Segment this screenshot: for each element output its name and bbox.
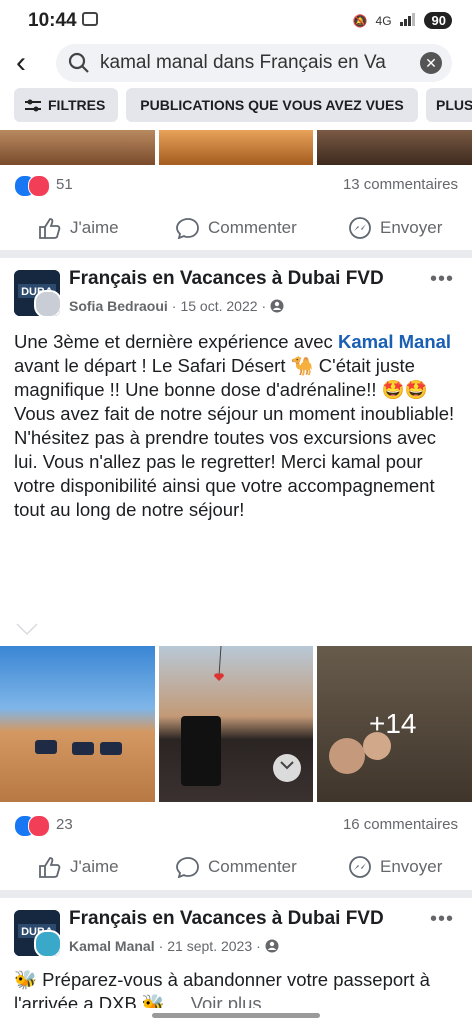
filter-chip-filtres[interactable]: FILTRES [14, 88, 118, 122]
post-header: DUBA Français en Vacances à Dubai FVD Ka… [0, 906, 472, 966]
group-avatar[interactable]: DUBA [14, 910, 60, 956]
reaction-count: 23 [56, 816, 73, 833]
filter-chip-more[interactable]: PLUS [426, 88, 472, 122]
post-date[interactable]: 15 oct. 2022 [180, 298, 257, 314]
filter-chip-label: PUBLICATIONS QUE VOUS AVEZ VUES [140, 97, 404, 113]
comment-label: Commenter [208, 857, 297, 876]
search-icon [68, 52, 90, 79]
more-photos-count[interactable]: +14 [369, 708, 417, 740]
status-icons: 🔕 4G 90 [353, 12, 452, 29]
send-button[interactable]: Envoyer [348, 208, 442, 248]
meta-separator: · [256, 938, 261, 954]
signal-icon [399, 12, 416, 29]
post-text-after: avant le départ ! Le Safari Désert 🐪 C'é… [14, 355, 455, 520]
messenger-icon [349, 856, 371, 878]
post-body: 🐝 Préparez-vous à abandonner votre passe… [14, 968, 460, 1008]
author-avatar[interactable] [34, 290, 60, 316]
quad-bikes-image [35, 740, 122, 755]
filter-chip-label: FILTRES [48, 97, 106, 113]
group-privacy-icon [265, 939, 279, 953]
comment-button[interactable]: Commenter [176, 847, 297, 887]
meta-separator: · [171, 298, 177, 314]
battery-indicator: 90 [423, 12, 452, 29]
send-button[interactable]: Envoyer [348, 847, 442, 887]
thumbs-up-icon [39, 218, 61, 239]
mute-icon: 🔕 [352, 13, 368, 28]
home-indicator[interactable] [152, 1013, 320, 1018]
action-bar: J'aime Commenter Envoyer [0, 847, 472, 887]
photo-thumb[interactable] [159, 130, 313, 165]
like-button[interactable]: J'aime [38, 208, 119, 248]
reaction-icons [14, 175, 50, 197]
search-input[interactable] [100, 44, 400, 82]
post-separator [0, 890, 472, 898]
post-date[interactable]: 21 sept. 2023 [167, 938, 252, 954]
network-label: 4G [375, 13, 392, 28]
post-photos: +14 [0, 646, 472, 802]
meta-separator: · [261, 298, 267, 314]
post-header: DUBA Français en Vacances à Dubai FVD So… [0, 266, 472, 326]
action-bar: J'aime Commenter Envoyer [0, 208, 472, 248]
clear-search-icon[interactable]: ✕ [420, 52, 442, 74]
author-avatar[interactable] [34, 930, 60, 956]
post-author[interactable]: Kamal Manal [69, 938, 155, 954]
reaction-icons [14, 815, 50, 837]
reaction-count: 51 [56, 176, 73, 193]
post-body: Une 3ème et dernière expérience avec Kam… [14, 330, 460, 522]
photo-thumb[interactable] [159, 646, 313, 802]
send-label: Envoyer [380, 218, 443, 237]
like-label: J'aime [70, 857, 119, 876]
post-meta: Kamal Manal · 21 sept. 2023 · [69, 938, 279, 954]
group-privacy-icon [270, 299, 284, 313]
sliders-icon [25, 99, 41, 112]
status-time: 10:44 [28, 10, 77, 31]
comment-button[interactable]: Commenter [176, 208, 297, 248]
like-button[interactable]: J'aime [38, 847, 119, 887]
status-bar: 10:44 🔕 4G 90 [0, 0, 472, 44]
more-options-icon[interactable]: ••• [430, 268, 454, 291]
comment-label: Commenter [208, 218, 297, 237]
filter-chip-label: PLUS [436, 97, 472, 113]
previous-post-photos[interactable] [0, 130, 472, 165]
back-arrow-icon[interactable]: ‹ [16, 48, 26, 78]
comment-count[interactable]: 16 commentaires [343, 816, 458, 833]
photo-thumb[interactable] [0, 130, 155, 165]
photo-thumb[interactable] [317, 130, 472, 165]
post-meta: Sofia Bedraoui · 15 oct. 2022 · [69, 298, 284, 314]
group-name[interactable]: Français en Vacances à Dubai FVD [69, 268, 384, 290]
group-name[interactable]: Français en Vacances à Dubai FVD [69, 908, 384, 930]
reactions-summary[interactable]: 23 16 commentaires [0, 810, 472, 840]
photo-thumb[interactable] [0, 646, 155, 802]
filter-chip-seen-posts[interactable]: PUBLICATIONS QUE VOUS AVEZ VUES [126, 88, 418, 122]
meta-separator: · [158, 938, 164, 954]
comment-icon [176, 218, 199, 239]
thumbs-up-icon [39, 857, 61, 878]
post-author[interactable]: Sofia Bedraoui [69, 298, 168, 314]
filter-chips: FILTRES PUBLICATIONS QUE VOUS AVEZ VUES … [0, 88, 472, 124]
mention-link[interactable]: Kamal Manal [338, 331, 451, 352]
search-bar-row: ‹ ✕ [0, 44, 472, 84]
reactions-summary[interactable]: 51 13 commentaires [0, 170, 472, 200]
post-separator [0, 250, 472, 258]
post-text-before: Une 3ème et dernière expérience avec [14, 331, 338, 352]
car-interior-image [181, 646, 301, 786]
love-reaction-icon [28, 175, 50, 197]
screen-record-icon [82, 12, 98, 26]
heart-outline-icon [16, 623, 38, 636]
messenger-icon [349, 217, 371, 239]
send-label: Envoyer [380, 857, 443, 876]
comment-icon [176, 857, 199, 878]
love-reaction-icon [28, 815, 50, 837]
comment-count[interactable]: 13 commentaires [343, 176, 458, 193]
see-more-link[interactable]: Voir plus [191, 993, 262, 1008]
more-options-icon[interactable]: ••• [430, 908, 454, 931]
like-label: J'aime [70, 218, 119, 237]
search-box[interactable]: ✕ [56, 44, 452, 82]
photo-thumb[interactable]: +14 [317, 646, 472, 802]
group-avatar[interactable]: DUBA [14, 270, 60, 316]
